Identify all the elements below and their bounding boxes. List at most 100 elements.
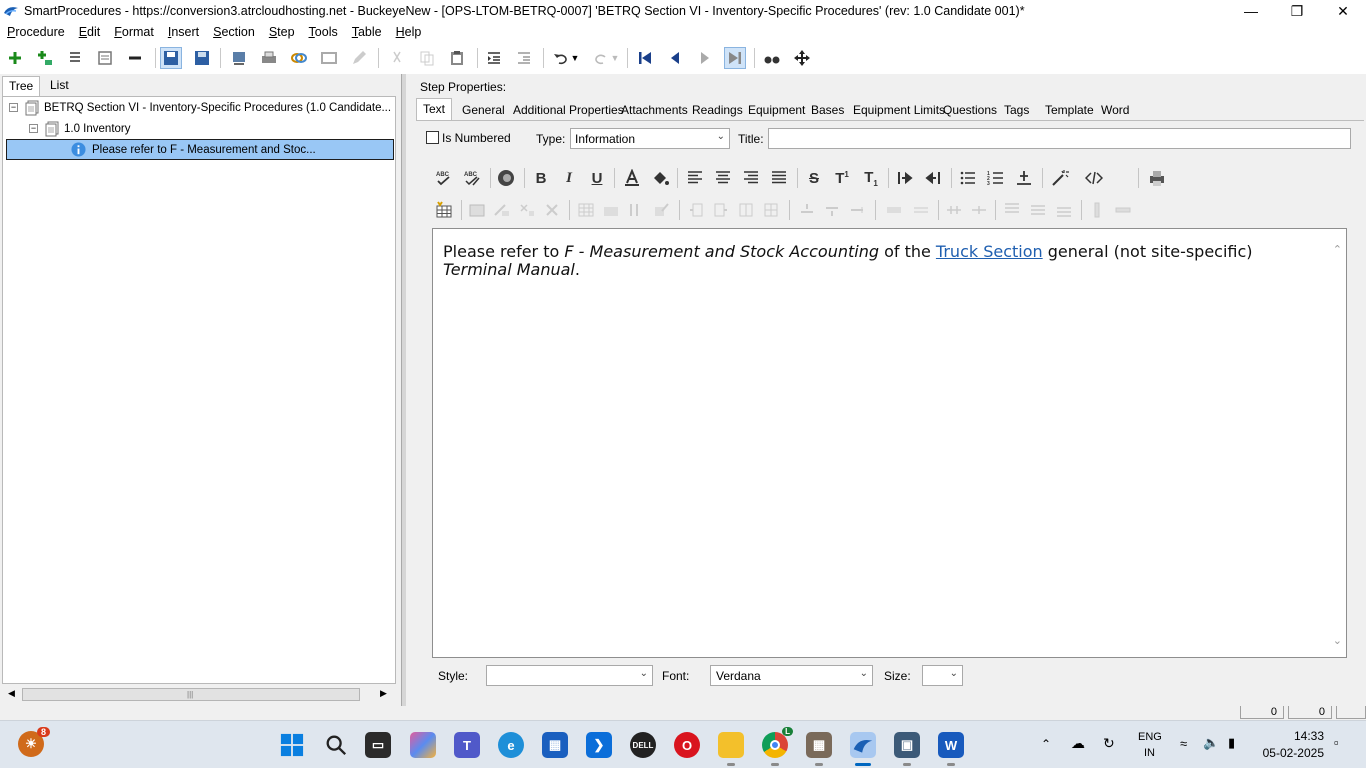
tab-additional-properties[interactable]: Additional Properties [507,100,630,120]
type-select[interactable]: Information ⌄ [570,128,730,149]
tab-tags[interactable]: Tags [998,100,1035,120]
word-button[interactable]: W [938,732,964,766]
tree-horizontal-scrollbar[interactable]: ◀ ||| ▶ [2,686,396,703]
wifi-icon[interactable]: ≈ [1180,736,1187,751]
outdent-button[interactable] [513,47,535,69]
frame-button[interactable] [318,47,340,69]
tab-questions[interactable]: Questions [937,100,1003,120]
menu-section[interactable]: Section [206,22,262,42]
menu-help[interactable]: Help [389,22,429,42]
size-select[interactable]: ⌄ [922,665,963,686]
table-style-button[interactable] [599,198,623,222]
numbered-list-button[interactable]: 123 [984,166,1008,190]
dell-button[interactable]: DELL [630,732,656,758]
cell-edit-button[interactable] [649,198,673,222]
next-step-button[interactable] [694,47,716,69]
last-step-button[interactable] [724,47,746,69]
save-button[interactable] [191,47,213,69]
italic-button[interactable]: I [557,166,581,190]
editor-content[interactable]: Please refer to F - Measurement and Stoc… [443,243,1313,279]
distribute-rows-button[interactable] [967,198,991,222]
table-grid-button[interactable] [574,198,598,222]
delete-row-button[interactable] [845,198,869,222]
maximize-button[interactable]: ❐ [1274,0,1320,22]
tab-equipment[interactable]: Equipment [742,100,811,120]
cell-align-top-button[interactable] [1000,198,1024,222]
move-all-button[interactable] [791,47,813,69]
redo-dropdown-button[interactable]: ▼ [608,47,622,69]
edge-button[interactable]: e [498,732,524,758]
opera-button[interactable]: O [674,732,700,758]
delete-table-button[interactable] [540,198,564,222]
split-column-button[interactable] [759,198,783,222]
style-select[interactable]: ⌄ [486,665,653,686]
collapse-icon[interactable]: − [9,103,18,112]
outline-button[interactable] [94,47,116,69]
superscript-button[interactable]: T1 [830,166,854,190]
indent-button[interactable] [483,47,505,69]
delete-column-button[interactable] [734,198,758,222]
print-preview-button[interactable] [1145,166,1169,190]
tab-word[interactable]: Word [1095,100,1135,120]
teams-button[interactable]: T [454,732,480,758]
menu-insert[interactable]: Insert [161,22,206,42]
cell-properties-button[interactable] [490,198,514,222]
font-select[interactable]: Verdana ⌄ [710,665,873,686]
menu-step[interactable]: Step [262,22,302,42]
truck-section-link[interactable]: Truck Section [936,242,1043,261]
horizontal-rule-button[interactable] [1012,166,1036,190]
copilot-button[interactable] [410,732,436,758]
insert-column-right-button[interactable] [709,198,733,222]
export-button[interactable] [228,47,250,69]
pane-splitter[interactable] [401,74,406,706]
chrome-button[interactable]: L [762,727,793,766]
onedrive-icon[interactable]: ☁ [1071,735,1085,752]
insert-row-above-button[interactable] [795,198,819,222]
menu-table[interactable]: Table [345,22,389,42]
battery-icon[interactable]: ▮ [1228,735,1235,751]
link-button[interactable] [288,47,310,69]
undo-dropdown-button[interactable]: ▼ [568,47,582,69]
tab-equipment-limits[interactable]: Equipment Limits [847,100,951,120]
insert-column-left-button[interactable] [684,198,708,222]
vertical-text-button[interactable] [1085,198,1109,222]
subscript-button[interactable]: T1 [859,166,883,190]
merge-cells-button[interactable] [515,198,539,222]
is-numbered-checkbox[interactable] [426,131,439,144]
chevron-up-icon[interactable]: ⌃ [1041,737,1051,751]
justify-button[interactable] [767,166,791,190]
clean-format-button[interactable] [1048,166,1072,190]
bold-button[interactable]: B [529,166,553,190]
font-color-button[interactable] [620,166,644,190]
tab-template[interactable]: Template [1039,100,1100,120]
cut-button[interactable] [386,47,408,69]
chevron-up-icon[interactable]: ⌃ [1333,243,1342,256]
tab-list[interactable]: List [44,76,75,96]
align-right-button[interactable] [739,166,763,190]
cell-align-bottom-button[interactable] [1052,198,1076,222]
scroll-left-icon[interactable]: ◀ [8,688,15,699]
decrease-indent-button[interactable] [921,166,945,190]
clock-time[interactable]: 14:33 [1262,729,1324,743]
distribute-columns-button[interactable] [942,198,966,222]
tab-general[interactable]: General [456,100,511,120]
power-automate-button[interactable]: ❯ [586,732,612,758]
menu-format[interactable]: Format [107,22,161,42]
insert-row-below-button[interactable] [820,198,844,222]
copy-button[interactable] [416,47,438,69]
minimize-button[interactable]: — [1228,0,1274,22]
app-button-1[interactable]: ▦ [806,732,832,766]
menu-tools[interactable]: Tools [302,22,345,42]
store-button[interactable]: ▦ [542,732,568,758]
collapse-icon[interactable]: − [29,124,38,133]
remote-desktop-button[interactable]: ▣ [894,732,920,766]
horizontal-text-button[interactable] [1111,198,1135,222]
html-source-button[interactable] [1082,166,1106,190]
align-center-button[interactable] [711,166,735,190]
start-button[interactable] [279,732,305,758]
save-local-button[interactable] [160,47,182,69]
notification-icon[interactable]: ▫ [1334,735,1339,750]
menu-procedure[interactable]: Procedure [0,22,72,42]
menu-edit[interactable]: Edit [72,22,108,42]
strikethrough-button[interactable]: S [802,166,826,190]
